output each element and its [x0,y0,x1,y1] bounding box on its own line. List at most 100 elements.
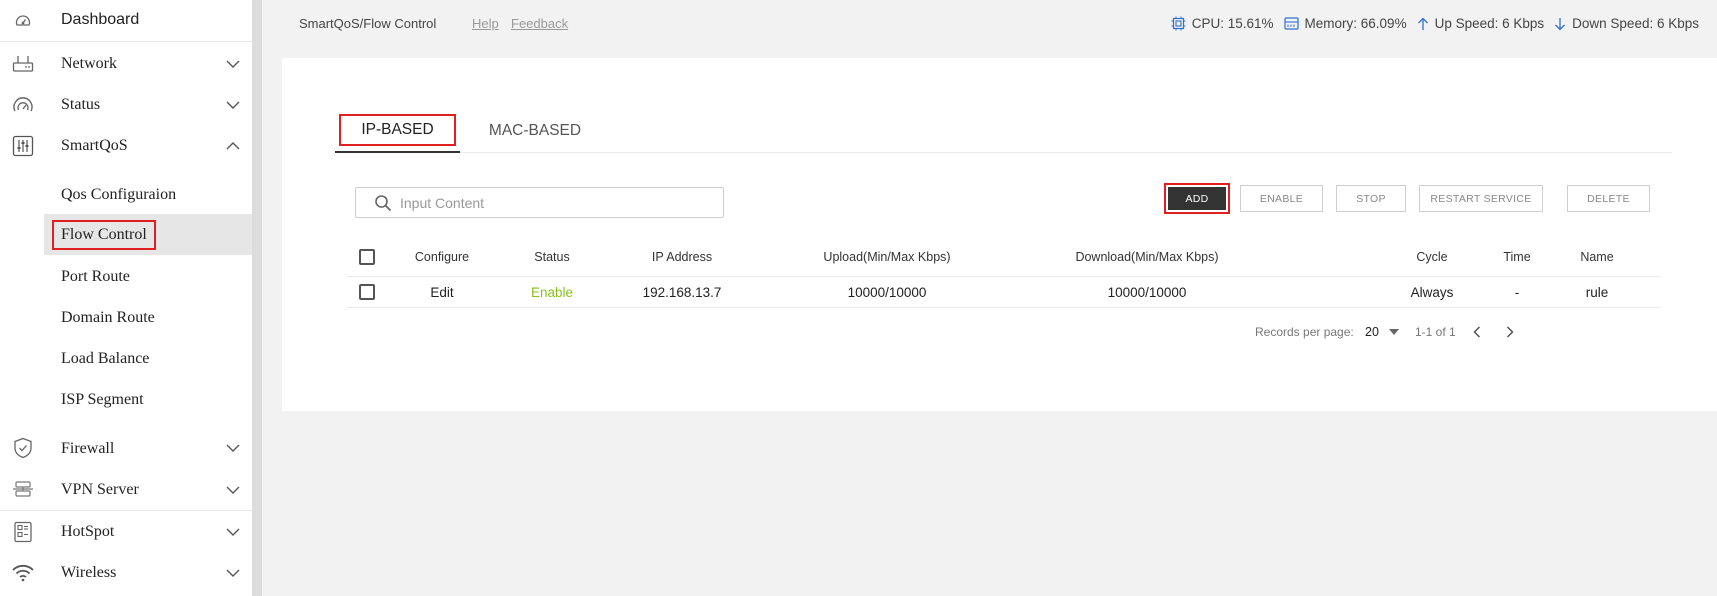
records-per-page-label: Records per page: [1255,325,1354,339]
header-name: Name [1580,250,1614,264]
dashboard-icon [11,9,35,33]
arrow-up-icon [1417,17,1428,30]
row-name: rule [1585,284,1609,300]
sub-label-qos-configuration: Qos Configuraion [61,185,177,203]
nav-item-vpn-server[interactable]: VPN Server [0,469,252,510]
chevron-down-icon [225,524,241,540]
add-button[interactable]: ADD [1164,183,1230,214]
stop-button[interactable]: STOP [1336,185,1406,212]
sub-item-domain-route[interactable]: Domain Route [44,297,252,338]
prev-page-button[interactable] [1473,322,1481,342]
restart-service-button[interactable]: RESTART SERVICE [1419,185,1543,212]
select-all-checkbox[interactable] [359,249,375,265]
row-checkbox[interactable] [359,284,375,300]
sub-label-flow-control: Flow Control [52,219,156,250]
hotspot-icon [11,520,35,544]
sidebar: Dashboard Network Status SmartQoS Qos Co… [0,0,262,596]
up-speed-stat: Up Speed: 6 Kbps [1417,16,1545,31]
per-page-select[interactable]: 20 [1365,322,1399,342]
wifi-icon [11,561,35,585]
chevron-down-icon [225,56,241,72]
chevron-down-icon [225,440,241,456]
sliders-icon [11,134,35,158]
nav-item-hotspot[interactable]: HotSpot [0,511,252,552]
nav-label-wireless: Wireless [61,564,117,581]
search-input[interactable] [400,193,700,213]
nav-label-hotspot: HotSpot [61,523,115,540]
row-select-cell [347,277,387,307]
chevron-up-icon [225,138,241,154]
arrow-down-icon [1555,17,1566,30]
header-cycle: Cycle [1416,250,1448,264]
sub-item-qos-configuration[interactable]: Qos Configuraion [44,174,252,215]
row-download: 10000/10000 [1107,284,1187,300]
top-bar: SmartQoS/Flow Control Help Feedback CPU:… [262,0,1717,50]
gauge-icon [11,93,35,117]
sub-label-load-balance: Load Balance [61,349,150,367]
memory-stat: Memory: 66.09% [1283,16,1407,31]
select-all-cell [347,238,387,276]
nav-label-vpn-server: VPN Server [61,481,139,498]
tab-mac-based-label: MAC-BASED [488,121,582,139]
header-ip-address: IP Address [651,250,713,264]
nav-item-wireless[interactable]: Wireless [0,552,252,593]
nav-item-network[interactable]: Network [0,43,252,84]
divider [0,41,252,42]
router-icon [11,52,35,76]
header-configure: Configure [414,250,470,264]
caret-down-icon [1388,329,1399,335]
chevron-left-icon [1473,326,1481,338]
sidebar-scrollbar[interactable] [252,0,262,596]
system-stats: CPU: 15.61% Memory: 66.09% Up Speed: 6 K… [1161,16,1699,31]
nav-label-dashboard: Dashboard [61,11,140,28]
sub-item-isp-segment[interactable]: ISP Segment [44,379,252,420]
table-row: Edit Enable 192.168.13.7 10000/10000 100… [347,277,1660,308]
nav-item-dashboard[interactable]: Dashboard [0,0,252,41]
tab-bar: IP-BASED MAC-BASED [335,108,1672,153]
up-speed-value: Up Speed: 6 Kbps [1434,16,1545,31]
delete-button[interactable]: DELETE [1567,185,1650,212]
nav-item-firewall[interactable]: Firewall [0,427,252,468]
page-range: 1-1 of 1 [1415,325,1456,339]
chevron-down-icon [225,97,241,113]
header-download: Download(Min/Max Kbps) [1075,250,1219,264]
search-icon [374,194,392,217]
nav-label-network: Network [61,55,117,72]
chevron-down-icon [225,565,241,581]
memory-icon [1283,17,1299,30]
header-status: Status [534,250,570,264]
enable-button[interactable]: ENABLE [1240,185,1323,212]
tab-mac-based[interactable]: MAC-BASED [460,108,610,153]
nav-item-status[interactable]: Status [0,84,252,125]
tab-ip-based-label: IP-BASED [339,113,456,146]
down-speed-value: Down Speed: 6 Kbps [1572,16,1699,31]
search-box [355,187,724,218]
sub-label-isp-segment: ISP Segment [61,390,144,408]
breadcrumb: SmartQoS/Flow Control [299,16,437,31]
help-link[interactable]: Help [472,16,499,31]
add-button-label: ADD [1168,187,1226,210]
sub-item-load-balance[interactable]: Load Balance [44,338,252,379]
next-page-button[interactable] [1506,322,1514,342]
sub-item-flow-control[interactable]: Flow Control [44,214,252,255]
row-cycle: Always [1410,284,1454,300]
sub-label-port-route: Port Route [61,267,130,285]
row-ip-address: 192.168.13.7 [642,284,722,300]
nav-item-smartqos[interactable]: SmartQoS [0,125,252,166]
tab-ip-based[interactable]: IP-BASED [335,108,460,153]
down-speed-stat: Down Speed: 6 Kbps [1554,16,1699,31]
nav-label-firewall: Firewall [61,440,115,457]
feedback-link[interactable]: Feedback [511,16,568,31]
cpu-stat: CPU: 15.61% [1171,16,1274,31]
row-status: Enable [530,284,574,300]
memory-value: Memory: 66.09% [1304,16,1407,31]
edit-link[interactable]: Edit [387,277,497,307]
sub-item-port-route[interactable]: Port Route [44,256,252,297]
sub-label-domain-route: Domain Route [61,308,155,326]
header-upload: Upload(Min/Max Kbps) [823,250,951,264]
nav-label-smartqos: SmartQoS [61,137,128,154]
flow-control-panel: IP-BASED MAC-BASED ADD ENABLE STOP RESTA… [282,58,1717,411]
nav-label-status: Status [61,96,101,113]
pagination: Records per page: 20 1-1 of 1 [1255,322,1655,342]
cpu-icon [1171,16,1186,31]
